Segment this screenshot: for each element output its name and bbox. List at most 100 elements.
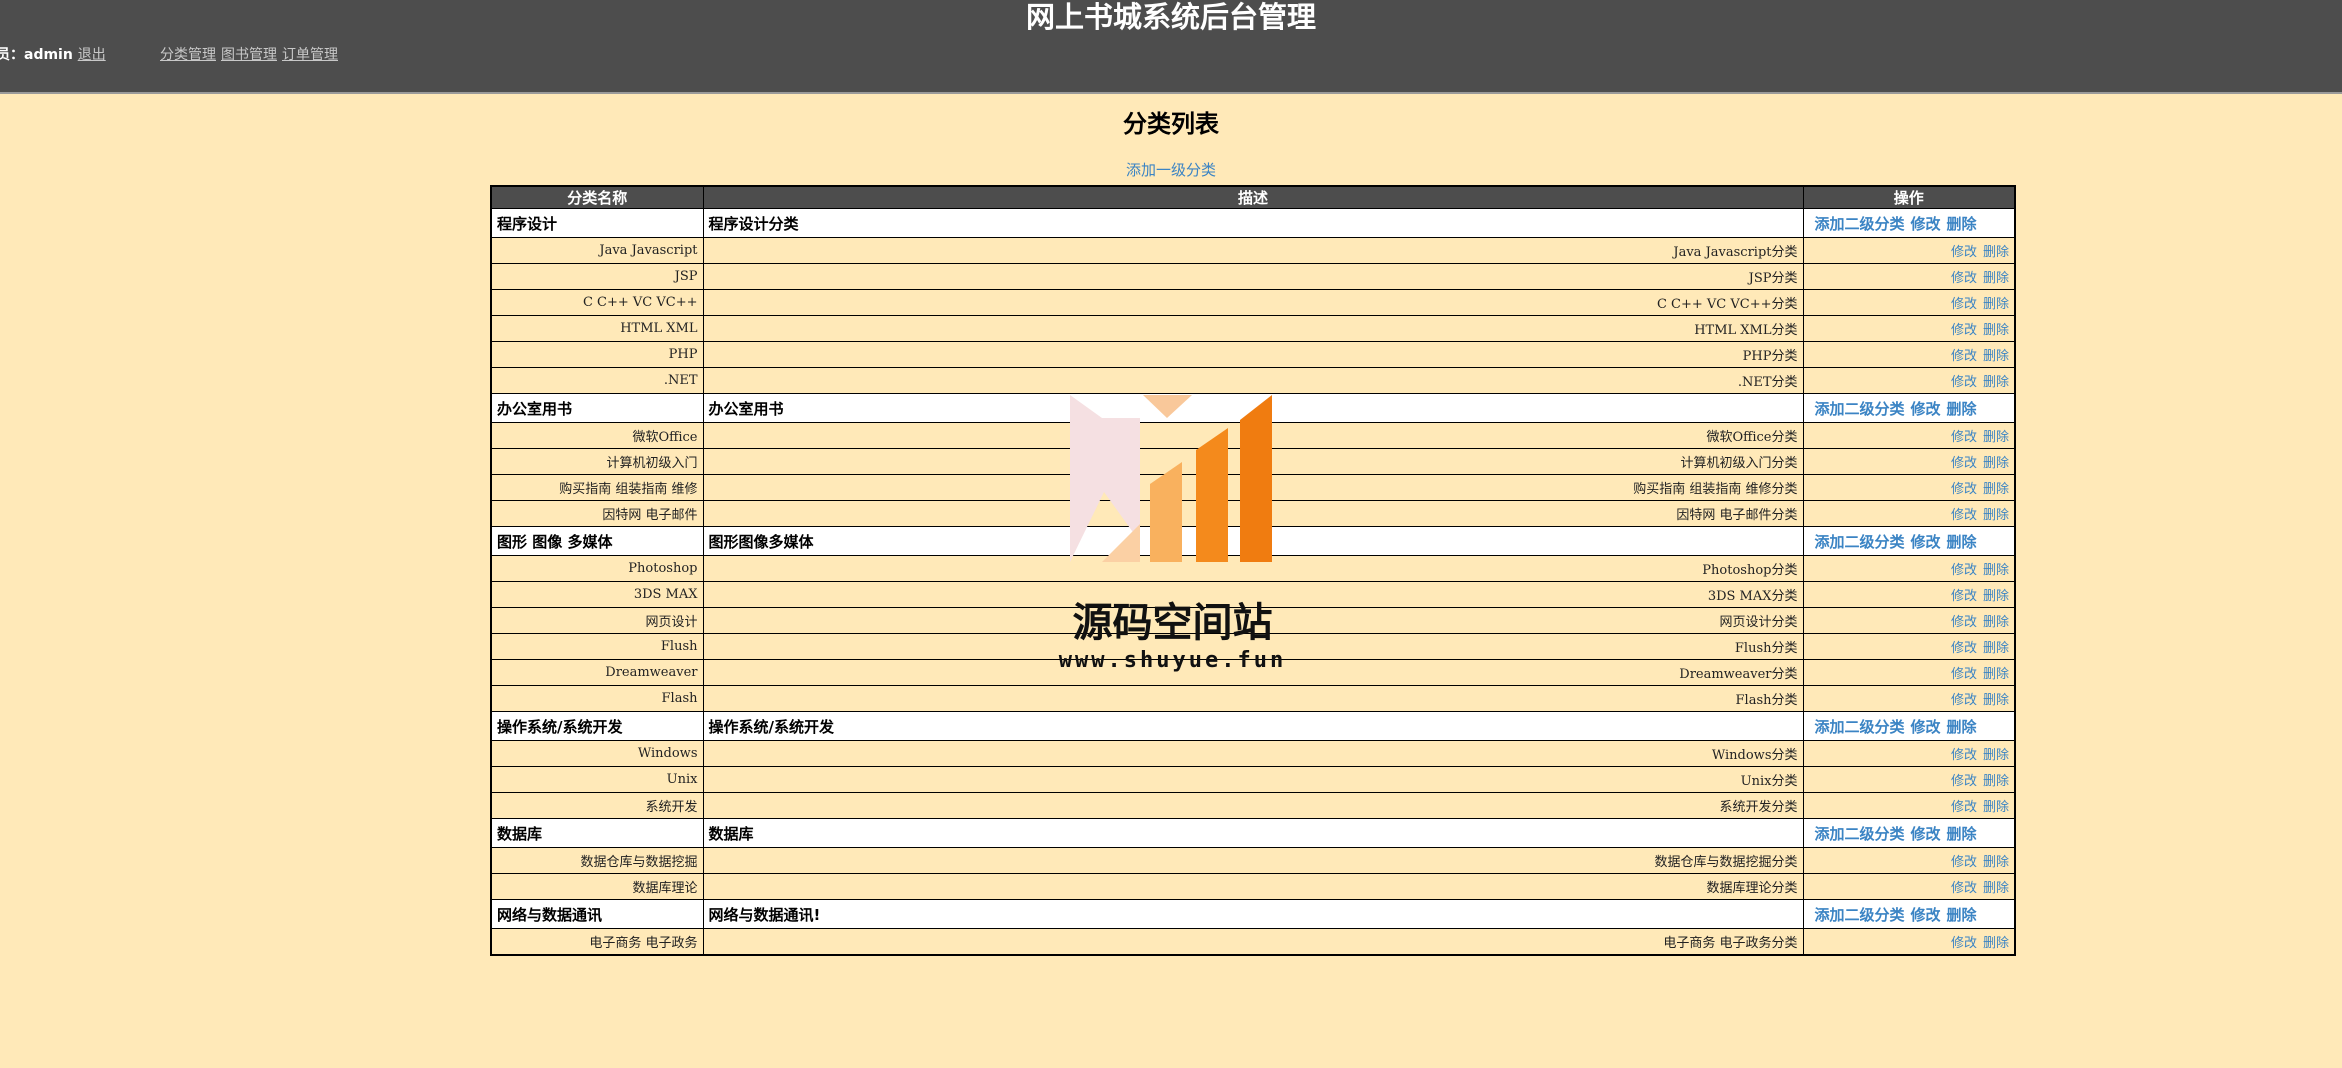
delete-link[interactable]: 删除 [1983, 349, 2009, 364]
edit-link[interactable]: 修改 [1951, 800, 1977, 815]
edit-link[interactable]: 修改 [1951, 563, 1977, 578]
nav-order-manage[interactable]: 订单管理 [282, 47, 338, 63]
category-parent-row: 程序设计 程序设计分类 添加二级分类 修改 删除 [490, 208, 2016, 238]
edit-link[interactable]: 修改 [1951, 297, 1977, 312]
subcategory-actions: 修改 删除 [1802, 659, 2016, 686]
edit-link[interactable]: 修改 [1951, 774, 1977, 789]
edit-link[interactable]: 修改 [1911, 825, 1941, 843]
edit-link[interactable]: 修改 [1911, 533, 1941, 551]
edit-link[interactable]: 修改 [1951, 936, 1977, 951]
subcategory-description: 电子商务 电子政务分类 [702, 928, 1804, 956]
delete-link[interactable]: 删除 [1983, 936, 2009, 951]
edit-link[interactable]: 修改 [1951, 349, 1977, 364]
add-child-link[interactable]: 添加二级分类 [1815, 533, 1905, 551]
delete-link[interactable]: 删除 [1983, 430, 2009, 445]
delete-link[interactable]: 删除 [1947, 825, 1977, 843]
edit-link[interactable]: 修改 [1951, 482, 1977, 497]
delete-link[interactable]: 删除 [1983, 774, 2009, 789]
edit-link[interactable]: 修改 [1951, 693, 1977, 708]
subcategory-description: PHP分类 [702, 341, 1804, 368]
subcategory-description: Java Javascript分类 [702, 237, 1804, 264]
category-parent-row: 图形 图像 多媒体 图形图像多媒体 添加二级分类 修改 删除 [490, 526, 2016, 556]
edit-link[interactable]: 修改 [1951, 271, 1977, 286]
edit-link[interactable]: 修改 [1951, 855, 1977, 870]
add-child-link[interactable]: 添加二级分类 [1815, 400, 1905, 418]
edit-link[interactable]: 修改 [1951, 375, 1977, 390]
delete-link[interactable]: 删除 [1947, 533, 1977, 551]
subcategory-description: Flash分类 [702, 685, 1804, 712]
delete-link[interactable]: 删除 [1983, 615, 2009, 630]
delete-link[interactable]: 删除 [1983, 693, 2009, 708]
category-actions: 添加二级分类 修改 删除 [1802, 899, 2016, 929]
delete-link[interactable]: 删除 [1983, 641, 2009, 656]
edit-link[interactable]: 修改 [1911, 400, 1941, 418]
category-actions: 添加二级分类 修改 删除 [1802, 818, 2016, 848]
delete-link[interactable]: 删除 [1947, 718, 1977, 736]
delete-link[interactable]: 删除 [1983, 800, 2009, 815]
delete-link[interactable]: 删除 [1983, 323, 2009, 338]
subcategory-name: HTML XML [490, 315, 704, 342]
nav-category-manage[interactable]: 分类管理 [160, 47, 216, 63]
edit-link[interactable]: 修改 [1911, 718, 1941, 736]
category-child-row: Flush Flush分类 修改 删除 [490, 633, 2016, 660]
site-title: 网上书城系统后台管理 [1025, 0, 1316, 34]
subcategory-name: 数据库理论 [490, 873, 704, 900]
delete-link[interactable]: 删除 [1983, 855, 2009, 870]
add-child-link[interactable]: 添加二级分类 [1815, 215, 1905, 233]
subcategory-actions: 修改 删除 [1802, 367, 2016, 394]
category-description: 操作系统/系统开发 [702, 711, 1804, 741]
subcategory-description: Flush分类 [702, 633, 1804, 660]
delete-link[interactable]: 删除 [1983, 297, 2009, 312]
add-child-link[interactable]: 添加二级分类 [1815, 825, 1905, 843]
delete-link[interactable]: 删除 [1983, 508, 2009, 523]
subcategory-description: .NET分类 [702, 367, 1804, 394]
edit-link[interactable]: 修改 [1951, 589, 1977, 604]
logout-link[interactable]: 退出 [78, 47, 106, 63]
edit-link[interactable]: 修改 [1911, 906, 1941, 924]
add-child-link[interactable]: 添加二级分类 [1815, 906, 1905, 924]
nav-book-manage[interactable]: 图书管理 [221, 47, 277, 63]
edit-link[interactable]: 修改 [1911, 215, 1941, 233]
delete-link[interactable]: 删除 [1983, 881, 2009, 896]
edit-link[interactable]: 修改 [1951, 245, 1977, 260]
category-child-row: 网页设计 网页设计分类 修改 删除 [490, 607, 2016, 634]
delete-link[interactable]: 删除 [1983, 456, 2009, 471]
delete-link[interactable]: 删除 [1983, 563, 2009, 578]
delete-link[interactable]: 删除 [1983, 589, 2009, 604]
subcategory-name: 微软Office [490, 422, 704, 449]
delete-link[interactable]: 删除 [1983, 482, 2009, 497]
add-top-category-link[interactable]: 添加一级分类 [1126, 161, 1216, 179]
subcategory-name: Flash [490, 685, 704, 712]
edit-link[interactable]: 修改 [1951, 667, 1977, 682]
delete-link[interactable]: 删除 [1947, 215, 1977, 233]
delete-link[interactable]: 删除 [1983, 271, 2009, 286]
category-actions: 添加二级分类 修改 删除 [1802, 526, 2016, 556]
delete-link[interactable]: 删除 [1947, 400, 1977, 418]
category-child-row: 计算机初级入门 计算机初级入门分类 修改 删除 [490, 448, 2016, 475]
subcategory-actions: 修改 删除 [1802, 928, 2016, 956]
add-child-link[interactable]: 添加二级分类 [1815, 718, 1905, 736]
edit-link[interactable]: 修改 [1951, 508, 1977, 523]
edit-link[interactable]: 修改 [1951, 748, 1977, 763]
subcategory-name: Java Javascript [490, 237, 704, 264]
edit-link[interactable]: 修改 [1951, 641, 1977, 656]
delete-link[interactable]: 删除 [1947, 906, 1977, 924]
delete-link[interactable]: 删除 [1983, 375, 2009, 390]
edit-link[interactable]: 修改 [1951, 430, 1977, 445]
category-child-row: 数据库理论 数据库理论分类 修改 删除 [490, 873, 2016, 900]
delete-link[interactable]: 删除 [1983, 245, 2009, 260]
edit-link[interactable]: 修改 [1951, 615, 1977, 630]
subcategory-name: Windows [490, 740, 704, 767]
subcategory-description: HTML XML分类 [702, 315, 1804, 342]
delete-link[interactable]: 删除 [1983, 748, 2009, 763]
delete-link[interactable]: 删除 [1983, 667, 2009, 682]
subcategory-actions: 修改 删除 [1802, 581, 2016, 608]
subcategory-name: PHP [490, 341, 704, 368]
edit-link[interactable]: 修改 [1951, 456, 1977, 471]
edit-link[interactable]: 修改 [1951, 881, 1977, 896]
edit-link[interactable]: 修改 [1951, 323, 1977, 338]
subcategory-name: Dreamweaver [490, 659, 704, 686]
page-title: 分类列表 [1123, 110, 1219, 138]
category-child-row: Dreamweaver Dreamweaver分类 修改 删除 [490, 659, 2016, 686]
column-header-name: 分类名称 [490, 185, 704, 209]
